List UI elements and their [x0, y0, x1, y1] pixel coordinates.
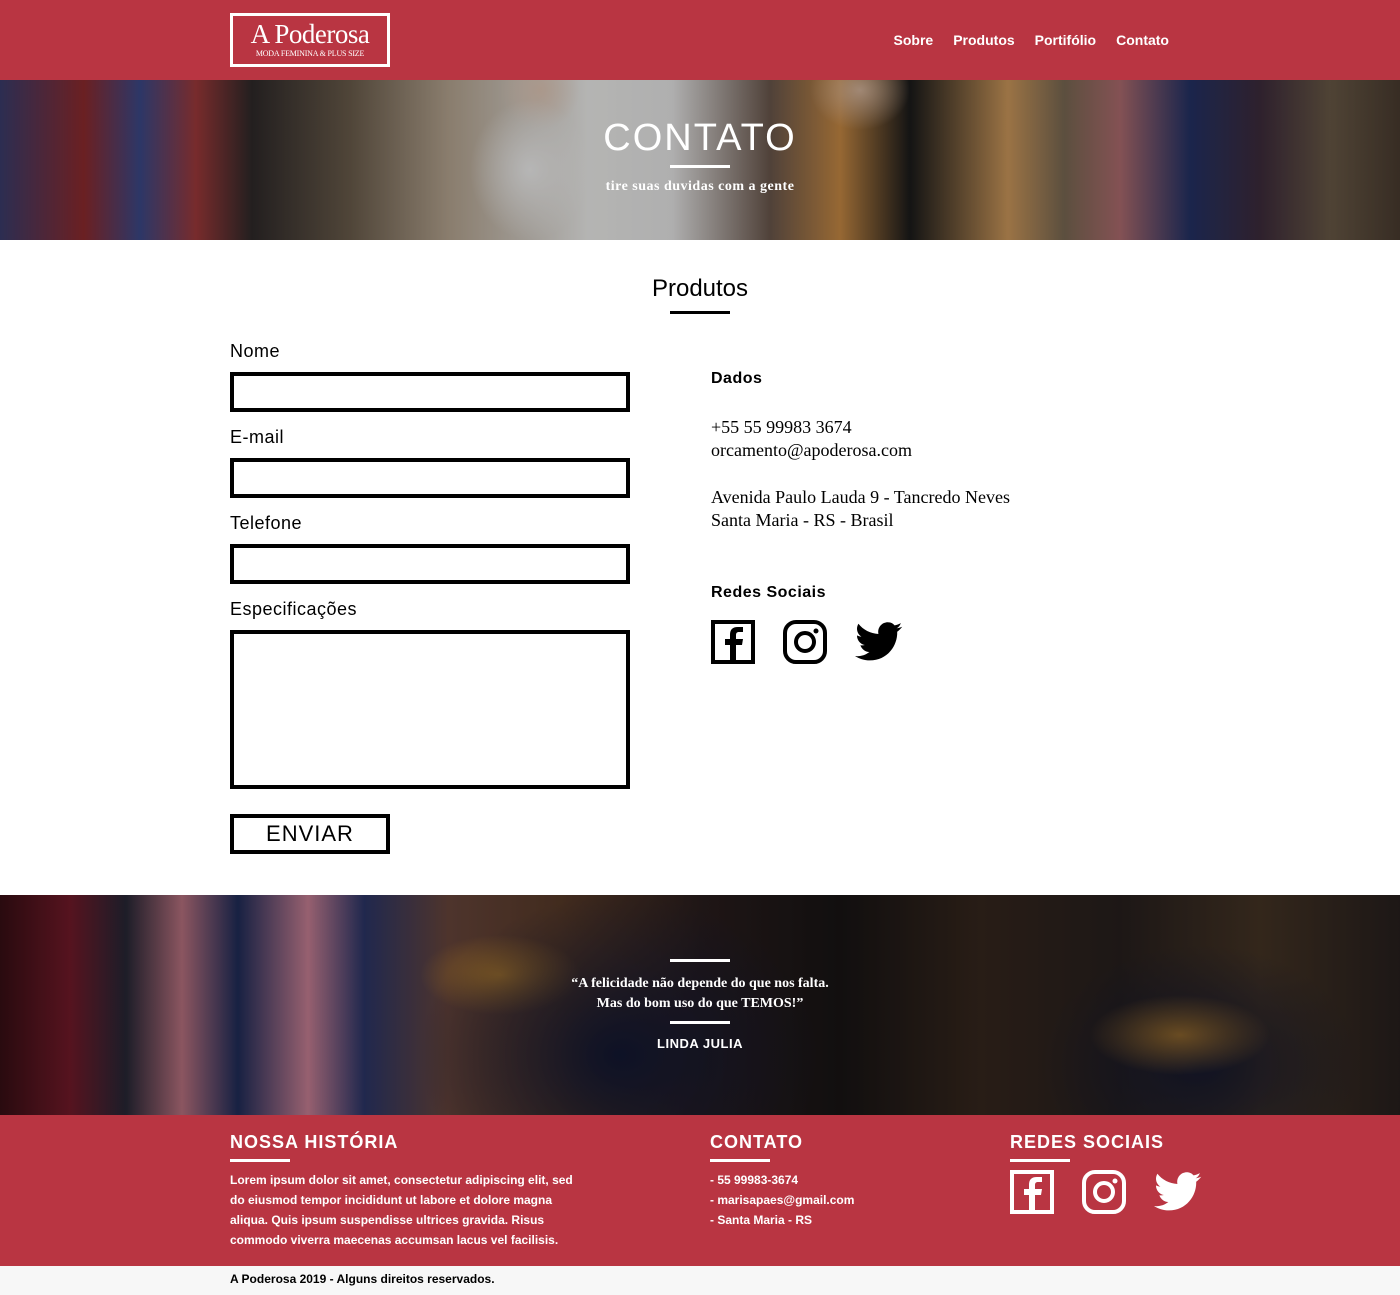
phone-label: Telefone — [230, 513, 303, 533]
footer-contact-email[interactable]: - marisapaes@gmail.com — [710, 1190, 960, 1210]
contact-info: Dados +55 55 99983 3674 orcamento@apoder… — [711, 368, 1111, 664]
section-title: Produtos — [651, 275, 749, 302]
social-links — [711, 620, 1111, 664]
data-heading: Dados — [711, 370, 763, 387]
footer-contact-divider — [710, 1159, 770, 1162]
footer-social: REDES SOCIAIS — [1010, 1131, 1230, 1219]
email-label: E-mail — [230, 427, 285, 447]
footer-contact-phone: - 55 99983-3674 — [710, 1173, 799, 1187]
quote-line-1: “A felicidade não depende do que nos fal… — [571, 976, 829, 991]
nav-link-produtos[interactable]: Produtos — [953, 31, 1014, 49]
submit-button[interactable]: ENVIAR — [230, 814, 390, 854]
nav-link-sobre[interactable]: Sobre — [894, 31, 934, 49]
quote-line-2: Mas do bom uso do que TEMOS!” — [596, 996, 804, 1011]
phone-field[interactable] — [230, 544, 630, 584]
footer-history-heading: NOSSA HISTÓRIA — [230, 1132, 399, 1152]
footer-contact-heading: CONTATO — [710, 1132, 803, 1152]
footer-contact-location: - Santa Maria - RS — [710, 1213, 813, 1227]
footer-history: NOSSA HISTÓRIA Lorem ipsum dolor sit ame… — [230, 1131, 590, 1250]
hero-banner: CONTATO tire suas duvidas com a gente — [0, 80, 1400, 240]
facebook-icon[interactable] — [1010, 1170, 1054, 1219]
hero-overlay — [0, 80, 1400, 240]
footer-social-heading: REDES SOCIAIS — [1010, 1132, 1165, 1152]
main-nav: Sobre Produtos Portifólio Contato — [874, 31, 1169, 49]
copyright-bar: A Poderosa 2019 - Alguns direitos reserv… — [0, 1266, 1400, 1295]
social-heading: Redes Sociais — [711, 584, 826, 601]
contact-form: Nome E-mail Telefone Especificações — [230, 340, 630, 803]
name-label: Nome — [230, 341, 281, 361]
twitter-icon[interactable] — [855, 621, 903, 663]
specs-label: Especificações — [230, 599, 358, 619]
nav-link-contato[interactable]: Contato — [1116, 31, 1169, 49]
info-address-line2: Santa Maria - RS - Brasil — [711, 510, 894, 530]
specs-textarea[interactable] — [230, 630, 630, 789]
instagram-icon[interactable] — [783, 620, 827, 664]
nav-link-portifolio[interactable]: Portifólio — [1035, 31, 1096, 49]
info-address-line1: Avenida Paulo Lauda 9 - Tancredo Neves — [711, 487, 1010, 507]
section-divider — [670, 311, 730, 314]
copyright-text: A Poderosa 2019 - Alguns direitos reserv… — [230, 1272, 495, 1286]
hero-title: CONTATO — [603, 117, 797, 159]
footer-history-divider — [230, 1159, 290, 1162]
footer-social-links — [1010, 1170, 1230, 1219]
footer-history-text: Lorem ipsum dolor sit amet, consectetur … — [230, 1173, 573, 1247]
twitter-icon[interactable] — [1154, 1171, 1202, 1218]
instagram-icon[interactable] — [1082, 1170, 1126, 1219]
facebook-icon[interactable] — [711, 620, 755, 664]
hero-subtitle: tire suas duvidas com a gente — [605, 179, 795, 194]
footer-contact: CONTATO - 55 99983-3674 - marisapaes@gma… — [710, 1131, 960, 1230]
quote-banner: “A felicidade não depende do que nos fal… — [0, 895, 1400, 1115]
hero-divider — [670, 165, 730, 168]
top-navbar: A Poderosa MODA FEMININA & PLUS SIZE Sob… — [0, 0, 1400, 80]
logo-name: A Poderosa — [250, 19, 370, 49]
info-email: orcamento@apoderosa.com — [711, 440, 912, 460]
quote-author: LINDA JULIA — [657, 1036, 743, 1051]
quote-divider-top — [670, 959, 730, 962]
info-phone: +55 55 99983 3674 — [711, 417, 852, 437]
footer: NOSSA HISTÓRIA Lorem ipsum dolor sit ame… — [0, 1115, 1400, 1266]
footer-social-divider — [1010, 1159, 1070, 1162]
logo-tagline: MODA FEMININA & PLUS SIZE — [255, 49, 365, 58]
quote-divider-bottom — [670, 1021, 730, 1024]
quote-text: “A felicidade não depende do que nos fal… — [0, 974, 1400, 1014]
name-field[interactable] — [230, 372, 630, 412]
email-field[interactable] — [230, 458, 630, 498]
brand-logo[interactable]: A Poderosa MODA FEMININA & PLUS SIZE — [230, 13, 390, 67]
